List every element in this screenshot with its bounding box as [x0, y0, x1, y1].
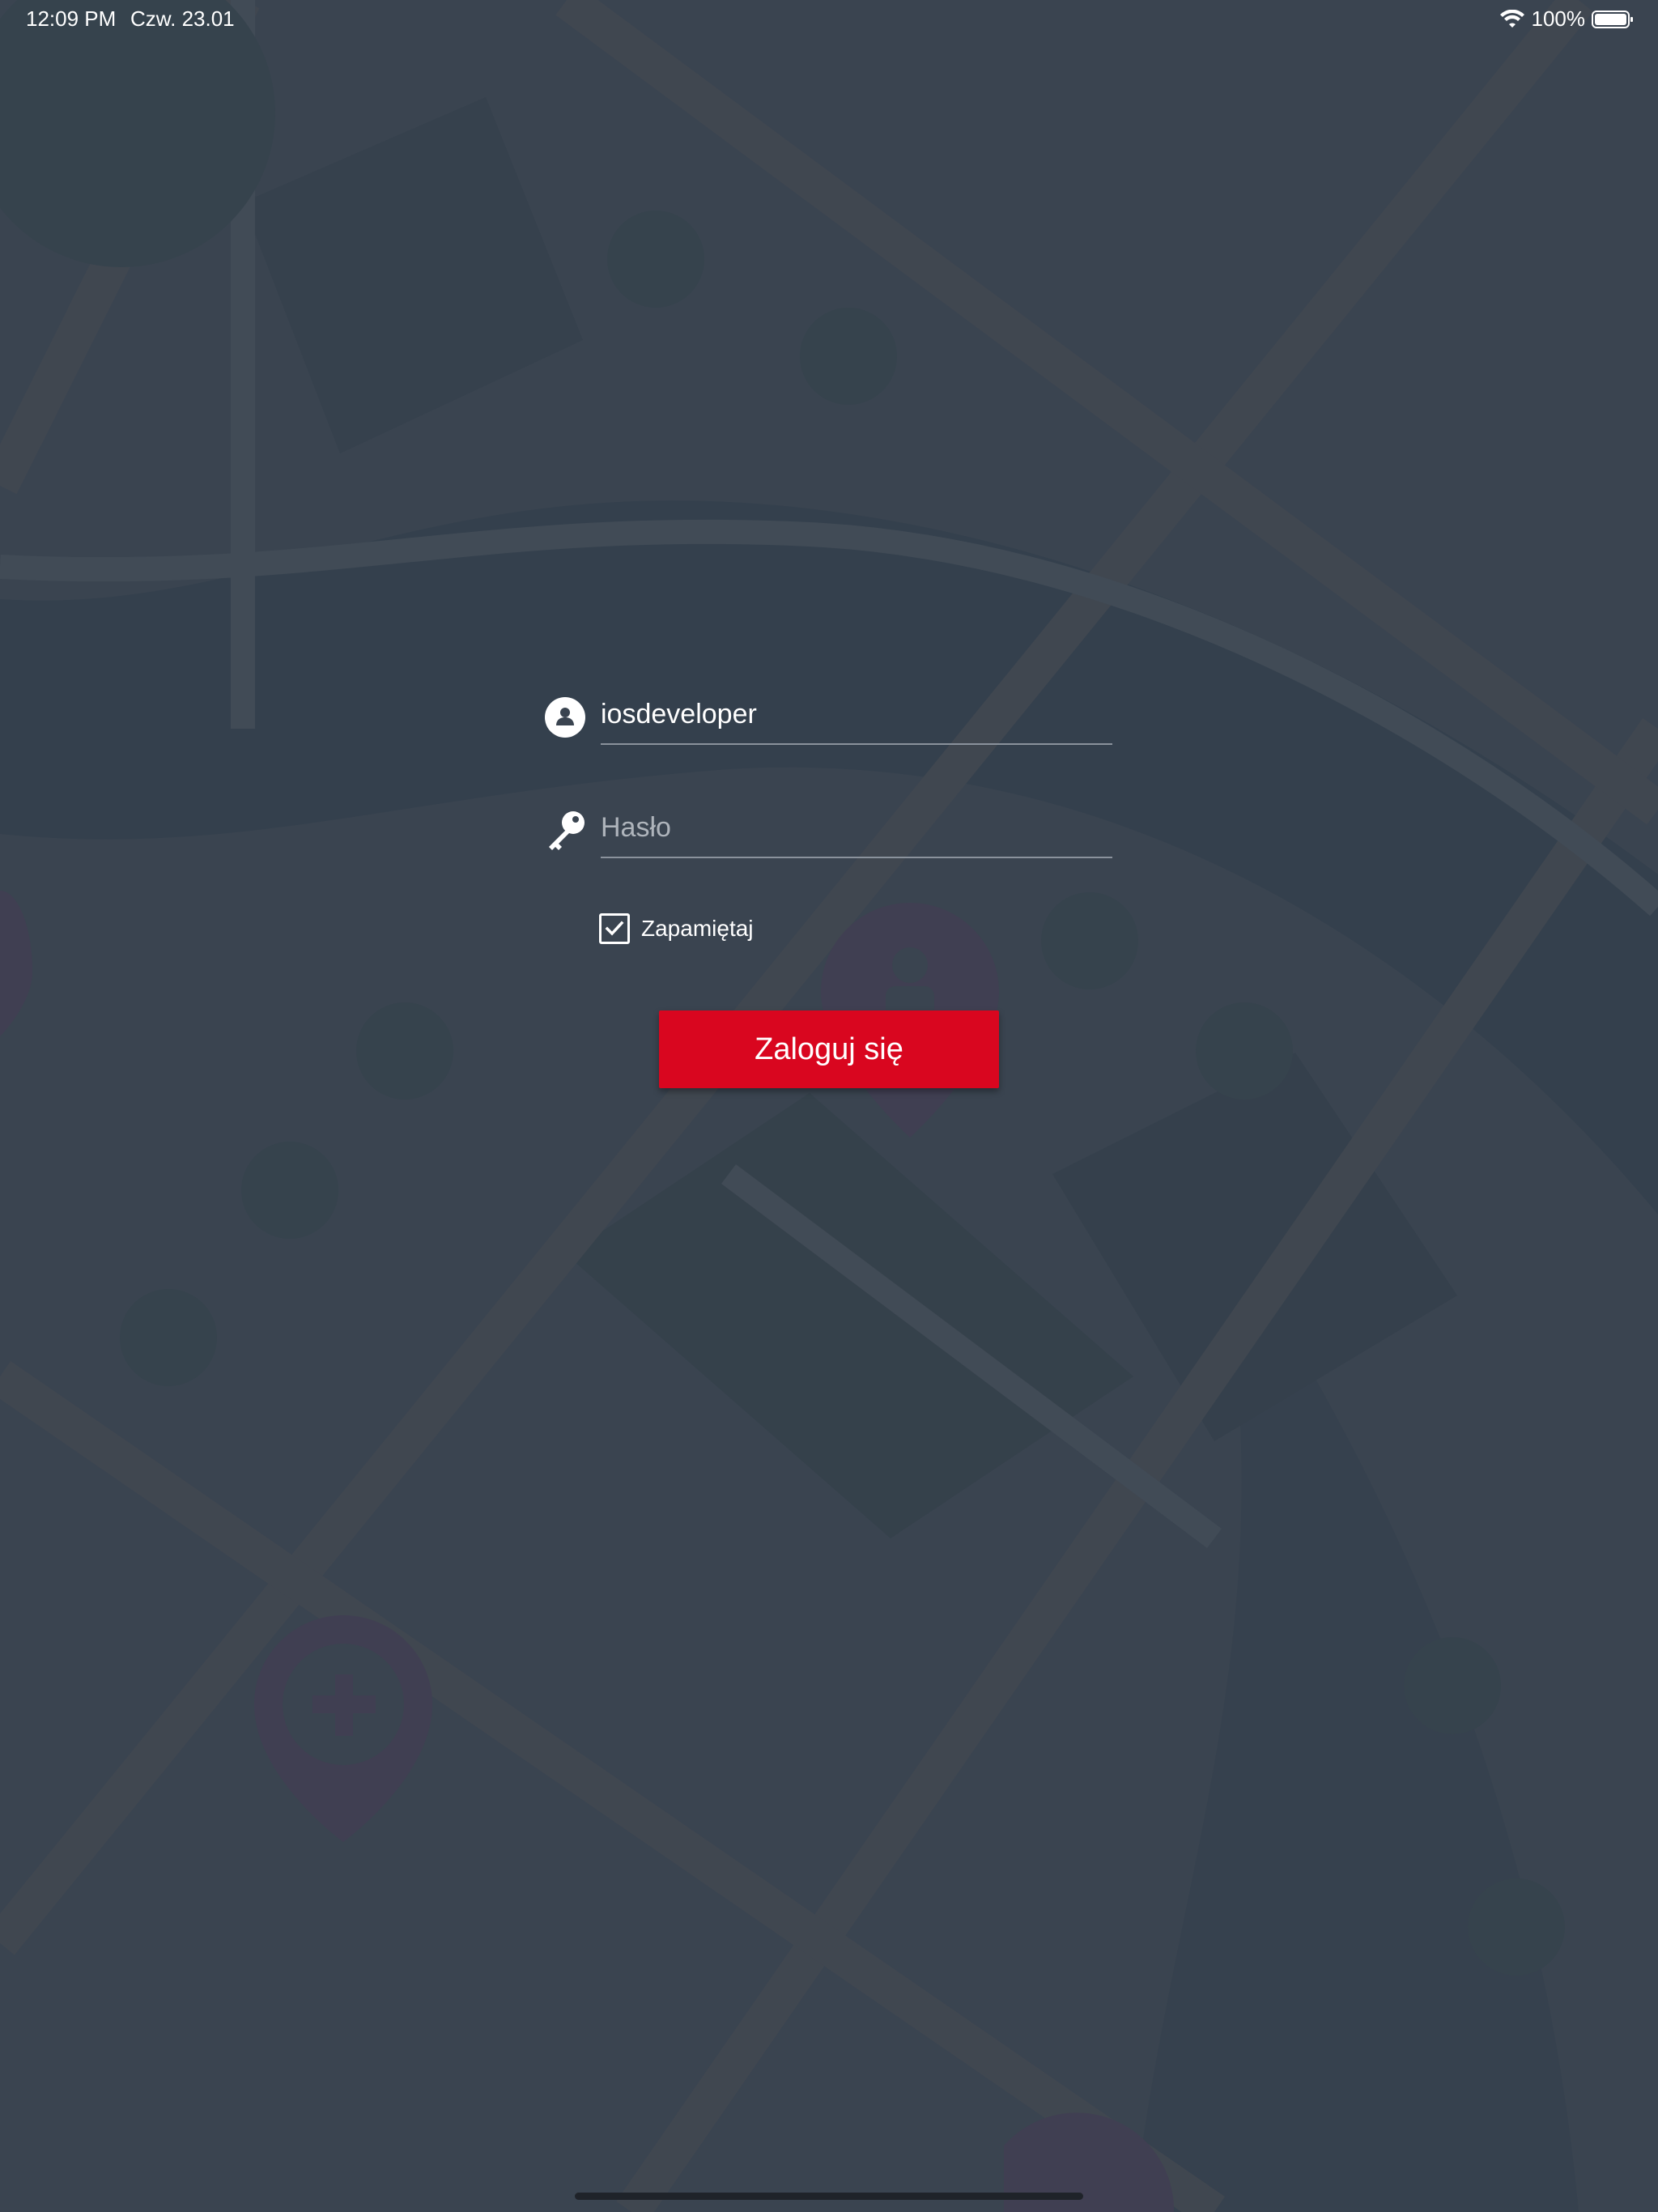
status-indicators: 100% [1499, 6, 1635, 32]
user-circle-icon [545, 697, 585, 738]
username-input[interactable] [601, 685, 1112, 745]
status-date: Czw. 23.01 [130, 6, 235, 31]
checkmark-icon [605, 921, 624, 936]
remember-me-checkbox[interactable]: Zapamiętaj [599, 913, 754, 944]
status-time: 12:09 PM [26, 6, 117, 31]
password-input[interactable] [601, 798, 1112, 858]
battery-percent: 100% [1531, 6, 1586, 31]
remember-me-label: Zapamiętaj [641, 916, 754, 941]
login-button[interactable]: Zaloguj się [659, 1010, 999, 1088]
key-icon [549, 811, 585, 850]
login-form: Zapamiętaj Zaloguj się [0, 0, 1658, 2212]
checkbox-checked-icon[interactable] [599, 913, 630, 944]
battery-full-icon [1592, 10, 1633, 28]
home-indicator[interactable] [575, 2193, 1083, 2200]
status-bar: 12:09 PM Czw. 23.01 100% [0, 0, 1658, 39]
wifi-icon [1499, 9, 1524, 28]
